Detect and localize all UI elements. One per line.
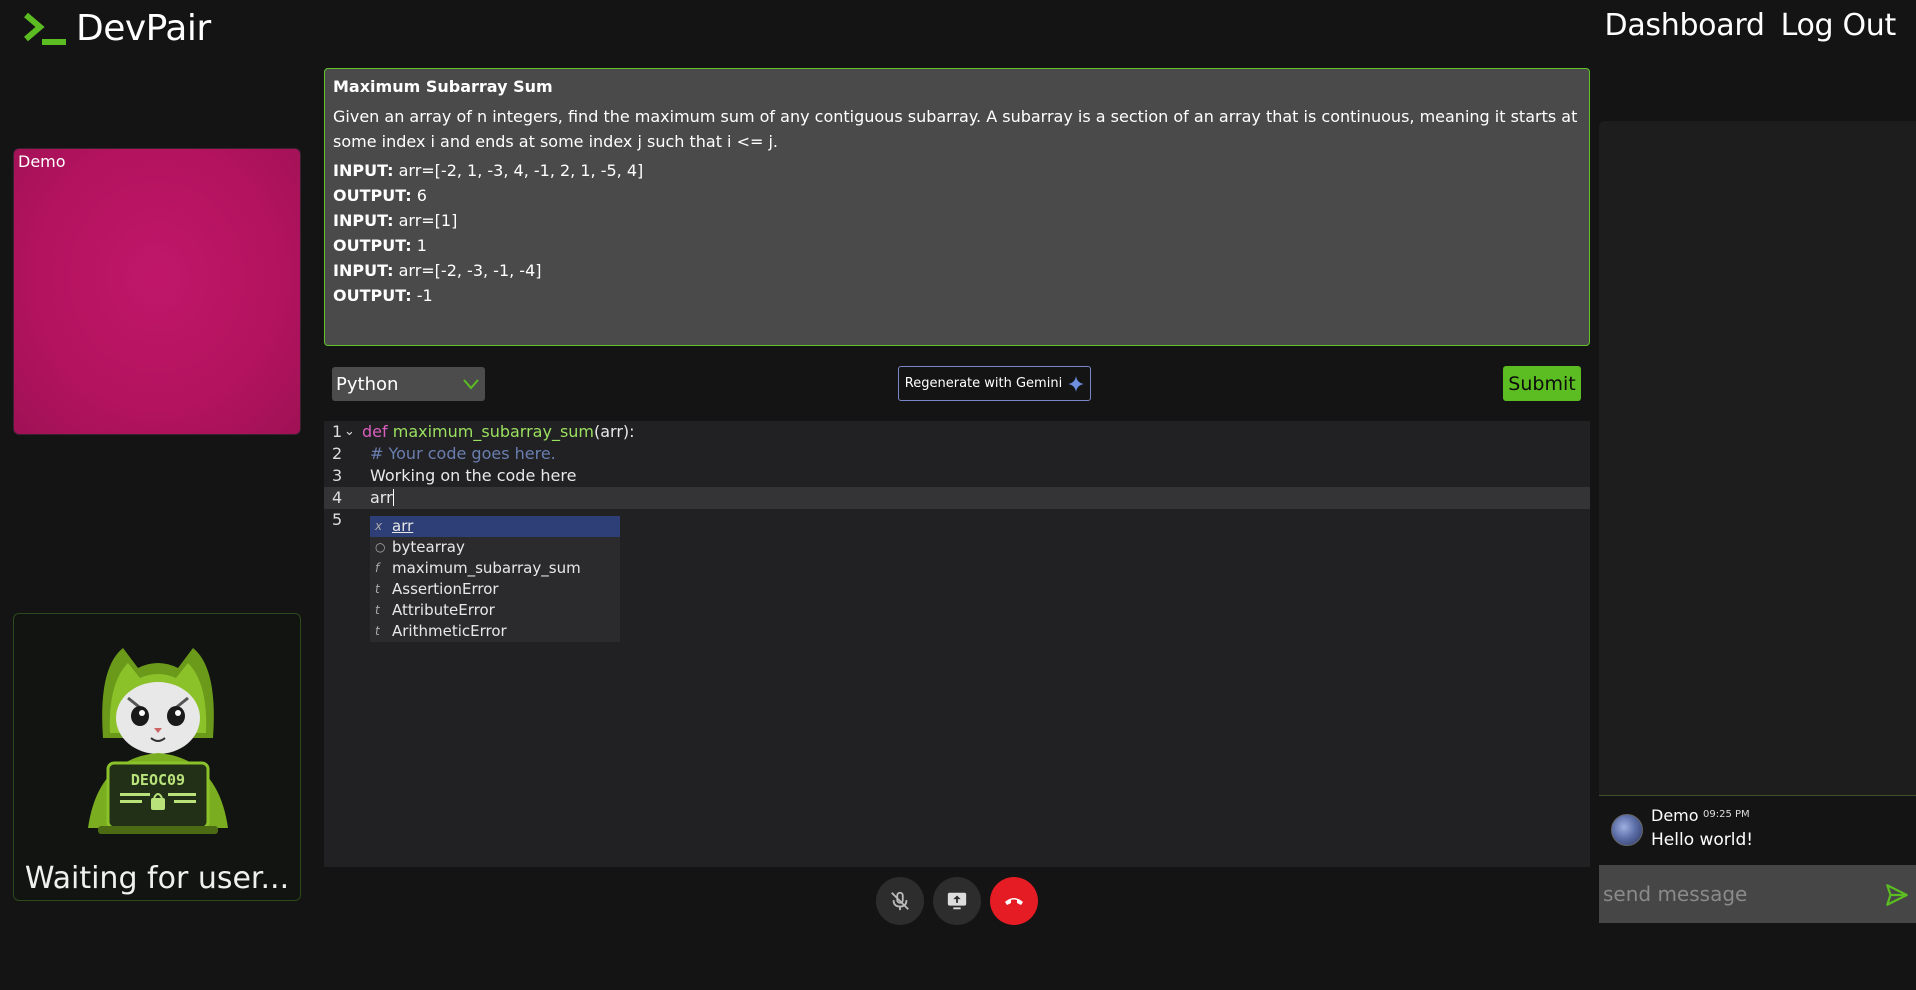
code-line: 3 Working on the code here	[324, 465, 1590, 487]
output-label: OUTPUT:	[333, 236, 412, 255]
phone-hangup-icon	[1005, 898, 1023, 905]
autocomplete-item[interactable]: t ArithmeticError	[370, 621, 620, 642]
send-icon[interactable]	[1884, 882, 1910, 908]
type-kind-icon: t	[375, 603, 380, 617]
code-function-name: maximum_subarray_sum	[392, 422, 594, 441]
example-input: INPUT: arr=[-2, -3, -1, -4]	[333, 258, 1581, 283]
fold-chevron-icon[interactable]: ⌄	[344, 421, 355, 443]
output-value: 6	[416, 186, 427, 205]
screen-share-button[interactable]	[933, 877, 981, 925]
mic-off-icon	[891, 891, 909, 911]
example-output: OUTPUT: -1	[333, 283, 1581, 308]
autocomplete-label: ArithmeticError	[392, 622, 507, 640]
logout-link[interactable]: Log Out	[1781, 8, 1897, 43]
code-keyword: def	[362, 422, 388, 441]
autocomplete-popup: x arr ○ bytearray f maximum_subarray_sum…	[370, 516, 620, 642]
code-text: arr	[370, 488, 393, 507]
regenerate-label: Regenerate with Gemini	[904, 376, 1063, 391]
input-label: INPUT:	[333, 211, 394, 230]
waiting-status: Waiting for user...	[24, 861, 290, 896]
language-value: Python	[336, 373, 399, 395]
input-value: arr=[-2, 1, -3, 4, -1, 2, 1, -5, 4]	[398, 161, 644, 180]
laptop-logo-text: DEOC09	[131, 771, 185, 789]
avatar	[1611, 814, 1643, 846]
function-kind-icon: f	[375, 561, 380, 575]
video-user-label: Demo	[18, 152, 66, 171]
autocomplete-item[interactable]: t AttributeError	[370, 600, 620, 621]
autocomplete-item[interactable]: t AssertionError	[370, 579, 620, 600]
message-time: 09:25 PM	[1703, 809, 1750, 820]
type-kind-icon: t	[375, 582, 380, 596]
code-line: 2 # Your code goes here.	[324, 443, 1590, 465]
input-label: INPUT:	[333, 161, 394, 180]
class-kind-icon: ○	[375, 540, 386, 554]
autocomplete-label: arr	[392, 517, 414, 535]
autocomplete-label: AssertionError	[392, 580, 499, 598]
regenerate-gemini-button[interactable]: Regenerate with Gemini	[898, 366, 1091, 401]
top-nav: Dashboard Log Out	[1605, 8, 1897, 43]
mute-mic-button[interactable]	[876, 877, 924, 925]
input-value: arr=[1]	[398, 211, 458, 230]
peer-video-tile: DEOC09 Waiting for user...	[13, 613, 301, 901]
line-number: 3	[332, 466, 343, 485]
language-select[interactable]: Python	[332, 367, 485, 401]
app-name: DevPair	[76, 8, 211, 49]
autocomplete-label: maximum_subarray_sum	[392, 559, 581, 577]
code-line-active: 4 arr	[324, 487, 1590, 509]
hang-up-button[interactable]	[990, 877, 1038, 925]
example-input: INPUT: arr=[1]	[333, 208, 1581, 233]
chat-divider	[1599, 795, 1916, 796]
line-number: 5	[332, 510, 343, 529]
output-label: OUTPUT:	[333, 286, 412, 305]
screen-share-icon	[947, 892, 967, 910]
code-line: 1 ⌄ def maximum_subarray_sum(arr):	[324, 421, 1590, 443]
line-number: 2	[332, 444, 343, 463]
submit-button[interactable]: Submit	[1503, 366, 1581, 401]
example-output: OUTPUT: 1	[333, 233, 1581, 258]
message-text: Hello world!	[1651, 830, 1754, 850]
dashboard-link[interactable]: Dashboard	[1605, 8, 1765, 43]
code-params: (arr):	[594, 422, 635, 441]
autocomplete-label: bytearray	[392, 538, 465, 556]
type-kind-icon: t	[375, 624, 380, 638]
text-cursor	[392, 489, 394, 506]
autocomplete-item[interactable]: x arr	[370, 516, 620, 537]
output-value: 1	[416, 236, 427, 255]
chat-message-input[interactable]	[1599, 865, 1869, 923]
chat-input-bar	[1599, 865, 1916, 923]
problem-description: Given an array of n integers, find the m…	[333, 107, 1578, 151]
chat-panel	[1599, 121, 1916, 796]
hacker-cat-avatar: DEOC09	[88, 648, 228, 834]
problem-title: Maximum Subarray Sum	[333, 77, 553, 96]
message-author: Demo	[1651, 806, 1699, 825]
chevron-down-icon	[463, 379, 479, 390]
input-label: INPUT:	[333, 261, 394, 280]
autocomplete-item[interactable]: f maximum_subarray_sum	[370, 558, 620, 579]
problem-panel: Maximum Subarray Sum Given an array of n…	[324, 68, 1590, 346]
autocomplete-item[interactable]: ○ bytearray	[370, 537, 620, 558]
gemini-sparkle-icon	[1068, 375, 1085, 392]
code-text: Working on the code here	[370, 466, 577, 485]
user-video-tile: Demo	[13, 148, 301, 435]
terminal-prompt-icon	[24, 12, 66, 45]
variable-kind-icon: x	[375, 519, 383, 533]
app-logo[interactable]: DevPair	[22, 8, 211, 49]
example-input: INPUT: arr=[-2, 1, -3, 4, -1, 2, 1, -5, …	[333, 158, 1581, 183]
chat-message: Demo 09:25 PM Hello world!	[1611, 806, 1911, 856]
output-label: OUTPUT:	[333, 186, 412, 205]
input-value: arr=[-2, -3, -1, -4]	[398, 261, 542, 280]
autocomplete-label: AttributeError	[392, 601, 495, 619]
code-editor[interactable]: 1 ⌄ def maximum_subarray_sum(arr): 2 # Y…	[324, 421, 1590, 867]
code-comment: # Your code goes here.	[370, 444, 556, 463]
output-value: -1	[416, 286, 433, 305]
line-number: 4	[332, 488, 343, 507]
example-output: OUTPUT: 6	[333, 183, 1581, 208]
